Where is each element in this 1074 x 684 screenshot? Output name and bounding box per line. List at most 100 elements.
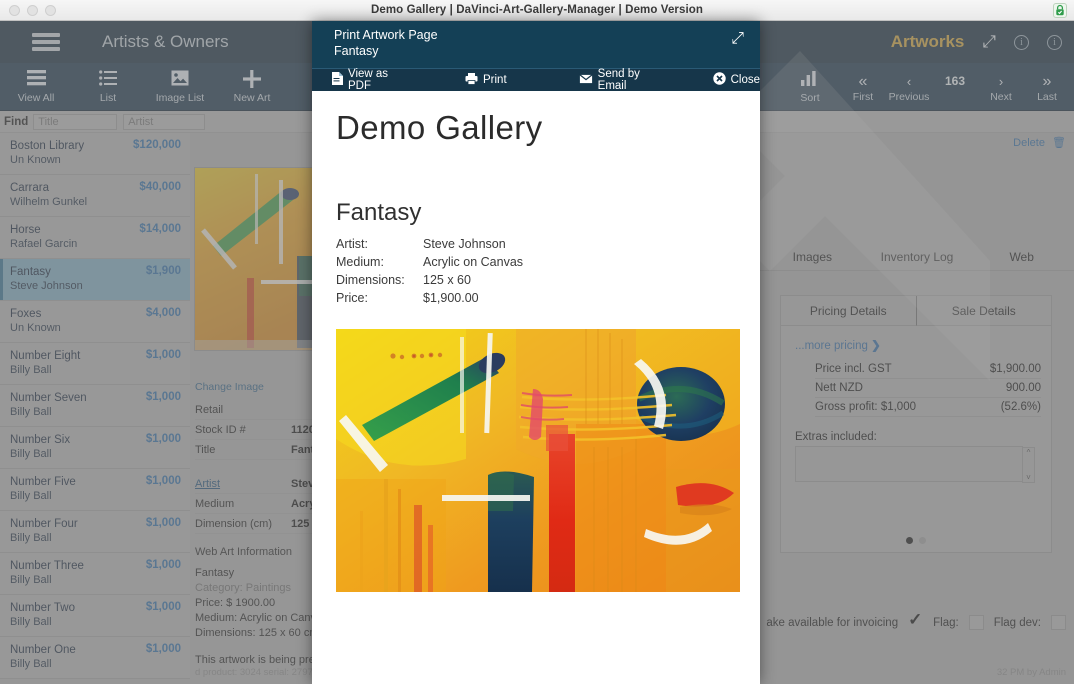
artwork-thumbnail[interactable]	[194, 167, 318, 351]
chevron-up-icon[interactable]: ^	[1027, 448, 1031, 457]
expand-arrows-icon[interactable]: ⤢	[982, 32, 996, 52]
record-artist: Wilhelm Gunkel	[10, 196, 88, 208]
chevron-down-icon[interactable]: ˅	[1026, 473, 1031, 482]
record-list[interactable]: Boston Library Un Known $120,000 Carrara…	[0, 133, 190, 684]
list-item[interactable]: Number Eight Billy Ball $1,000	[0, 343, 190, 385]
tab-sale-details[interactable]: Sale Details	[916, 296, 1051, 326]
record-price: $1,900	[145, 265, 181, 277]
product-serial-footnote: d product: 3024 serial: 2797	[195, 667, 313, 678]
list-icon	[72, 69, 144, 90]
meta-value: Steve Johnson	[423, 237, 506, 251]
list-item[interactable]: Number Seven Billy Ball $1,000	[0, 385, 190, 427]
more-pricing-link[interactable]: ...more pricing ❯	[795, 338, 1051, 352]
page-dot-active[interactable]	[906, 537, 913, 544]
artwork-title: Fantasy	[336, 199, 422, 226]
record-artist: Un Known	[10, 322, 61, 334]
field-label: Title	[195, 443, 216, 456]
flag-dev-checkbox[interactable]	[1051, 615, 1066, 630]
list-item[interactable]: Number One Billy Ball $1,000	[0, 637, 190, 679]
chevron-right-icon: ›	[998, 73, 1004, 89]
send-by-email-button[interactable]: Send by Email	[578, 68, 647, 92]
list-item[interactable]: Foxes Un Known $4,000	[0, 301, 190, 343]
toolbar-button-list[interactable]: List	[72, 69, 144, 104]
pager-record-number[interactable]: 163	[932, 72, 978, 103]
pager-next-button[interactable]: › Next	[978, 72, 1024, 103]
card-page-dots[interactable]	[781, 537, 1051, 544]
record-artist: Rafael Garcin	[10, 238, 78, 250]
info-circle-icon[interactable]: i	[1047, 34, 1062, 50]
delete-button[interactable]: Delete 🗑	[1013, 136, 1066, 149]
view-as-pdf-button[interactable]: View as PDF	[332, 68, 392, 92]
toolbar-label: Image List	[155, 91, 205, 104]
invoicing-row: ake available for invoicing Flag: Flag d…	[760, 610, 1066, 630]
tab-pricing-details[interactable]: Pricing Details	[781, 296, 917, 326]
meta-value: 125 x 60	[423, 273, 471, 287]
record-artist: Billy Ball	[10, 364, 52, 376]
hamburger-menu-icon[interactable]	[32, 30, 60, 54]
field-label: Stock ID #	[195, 423, 246, 436]
toolbar-button-image-list[interactable]: Image List	[144, 70, 216, 104]
record-artist: Un Known	[10, 154, 61, 166]
record-price: $1,000	[145, 391, 181, 403]
record-artist: Billy Ball	[10, 490, 52, 502]
list-item[interactable]: Number Three Billy Ball $1,000	[0, 553, 190, 595]
scrollbar[interactable]: ^ ˅	[1022, 447, 1035, 483]
chevron-left-icon: ‹	[906, 73, 912, 89]
record-price: $14,000	[139, 223, 181, 235]
table-row: Nett NZD 900.00	[815, 379, 1041, 398]
flag-checkbox[interactable]	[968, 615, 984, 630]
dialog-subheading: Fantasy	[334, 44, 379, 58]
delete-label: Delete	[1013, 137, 1045, 149]
list-item[interactable]: Number Five Billy Ball $1,000	[0, 469, 190, 511]
tab-inventory-log[interactable]: Inventory Log	[865, 250, 970, 264]
sort-bars-icon	[774, 70, 846, 90]
extras-input[interactable]: ^ ˅	[795, 446, 1035, 483]
pager-last-button[interactable]: » Last	[1024, 72, 1070, 103]
pricing-label: Gross profit: $1,000	[815, 401, 916, 413]
list-item[interactable]: Number Two Billy Ball $1,000	[0, 595, 190, 637]
pager-previous-button[interactable]: ‹ Previous	[886, 72, 932, 103]
record-price: $1,000	[145, 433, 181, 445]
close-dialog-button[interactable]: Close	[712, 72, 760, 88]
page-dot[interactable]	[919, 537, 926, 544]
record-pager: « First ‹ Previous 163 › Next » Last	[840, 63, 1070, 111]
action-label: Print	[483, 74, 507, 86]
expand-arrows-icon[interactable]: ⤢	[731, 30, 744, 48]
artist-link[interactable]: Artist	[195, 478, 291, 490]
list-item[interactable]: Carrara Wilhelm Gunkel $40,000	[0, 175, 190, 217]
list-item[interactable]: Number Six Billy Ball $1,000	[0, 427, 190, 469]
list-item[interactable]: Horse Rafael Garcin $14,000	[0, 217, 190, 259]
toolbar-button-sort[interactable]: Sort	[774, 70, 846, 104]
record-artist: Billy Ball	[10, 658, 52, 670]
field-label: Retail	[195, 403, 224, 416]
invoicing-label: ake available for invoicing	[766, 616, 899, 629]
pager-first-button[interactable]: « First	[840, 72, 886, 103]
record-price: $4,000	[145, 307, 181, 319]
record-artist: Billy Ball	[10, 448, 52, 460]
print-button[interactable]: Print	[465, 72, 507, 88]
panel-tabs: Images Inventory Log Web	[760, 243, 1074, 271]
view-all-icon	[0, 69, 72, 90]
list-item[interactable]: Boston Library Un Known $120,000	[0, 133, 190, 175]
tab-images[interactable]: Images	[760, 250, 865, 264]
toolbar-button-new-art[interactable]: New Art	[216, 69, 288, 104]
list-item[interactable]: Number Four Billy Ball $1,000	[0, 511, 190, 553]
toolbar-label: Sort	[800, 91, 820, 104]
dialog-header: Print Artwork Page Fantasy ⤢	[312, 21, 760, 68]
search-input-title[interactable]	[33, 113, 118, 130]
invoicing-checkbox[interactable]	[908, 610, 923, 630]
nav-left-title[interactable]: Artists & Owners	[102, 32, 229, 52]
record-price: $1,000	[145, 559, 181, 571]
nav-right-group: Artworks ⤢ i i	[891, 21, 1074, 63]
toolbar-button-view-all[interactable]: View All	[0, 69, 72, 104]
modified-stamp: 32 PM by Admin	[996, 667, 1066, 678]
info-circle-icon[interactable]: i	[1014, 34, 1029, 50]
search-input-artist[interactable]	[123, 113, 206, 130]
action-label: Close	[730, 74, 760, 86]
list-item-selected[interactable]: Fantasy Steve Johnson $1,900	[0, 259, 190, 301]
printer-icon	[465, 72, 478, 88]
tab-web[interactable]: Web	[969, 250, 1074, 264]
table-row: Gross profit: $1,000 (52.6%)	[815, 398, 1041, 417]
meta-row-dimensions: Dimensions: 125 x 60	[336, 271, 736, 289]
pricing-sale-segmented-control: Pricing Details Sale Details	[781, 296, 1051, 326]
